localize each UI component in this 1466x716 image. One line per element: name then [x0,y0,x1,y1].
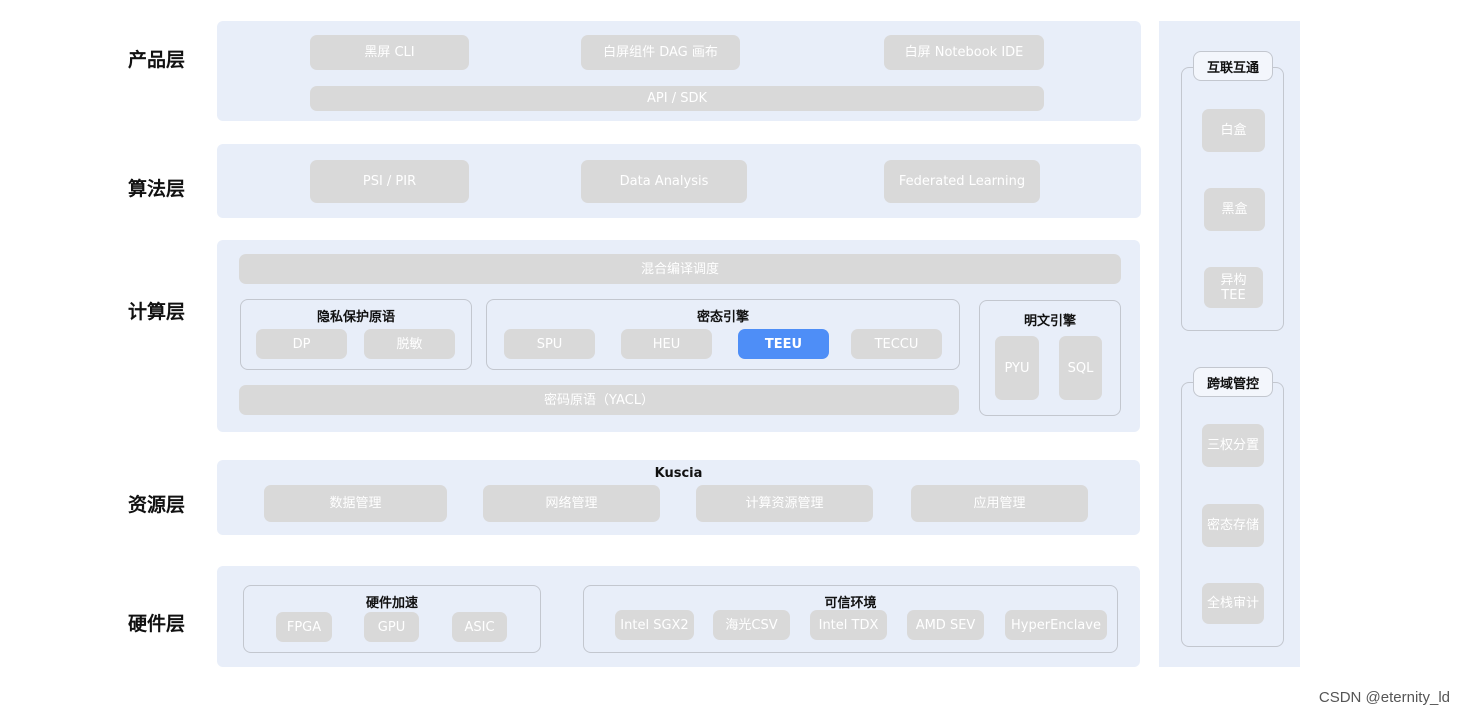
trusted-item-csv: 海光CSV [713,610,790,640]
resource-item-network: 网络管理 [483,485,660,522]
watermark: CSDN @eternity_ld [1318,689,1450,706]
compute-yacl: 密码原语（YACL） [239,385,959,415]
layer-label-compute: 计算层 [128,301,186,323]
algorithm-item-federated: Federated Learning [884,160,1040,203]
privacy-item-desensitize: 脱敏 [364,329,455,359]
product-item-cli: 黑屏 CLI [310,35,469,70]
control-item-three-powers: 三权分置 [1202,424,1264,467]
control-item-audit: 全栈审计 [1202,583,1264,624]
product-api-sdk: API / SDK [310,86,1044,111]
cipher-item-spu: SPU [504,329,595,359]
hardware-accel-title: 硬件加速 [365,596,418,611]
product-item-notebook: 白屏 Notebook IDE [884,35,1044,70]
accel-item-fpga: FPGA [276,612,332,642]
cipher-item-teeu: TEEU [738,329,829,359]
algorithm-item-data-analysis: Data Analysis [581,160,747,203]
control-title: 跨域管控 [1193,367,1273,397]
accel-item-gpu: GPU [364,612,419,642]
privacy-primitives-title: 隐私保护原语 [316,310,395,325]
trusted-item-sgx2: Intel SGX2 [615,610,694,640]
plain-engine-title: 明文引擎 [1023,314,1076,329]
accel-item-asic: ASIC [452,612,507,642]
resource-item-compute: 计算资源管理 [696,485,873,522]
resource-item-app: 应用管理 [911,485,1088,522]
trusted-item-sev: AMD SEV [907,610,984,640]
product-item-dag: 白屏组件 DAG 画布 [581,35,740,70]
privacy-item-dp: DP [256,329,347,359]
trusted-item-hyperenclave: HyperEnclave [1005,610,1107,640]
plain-item-sql: SQL [1059,336,1102,400]
algorithm-item-psi: PSI / PIR [310,160,469,203]
layer-label-resource: 资源层 [128,494,186,516]
layer-label-algorithm: 算法层 [128,178,186,200]
layer-label-hardware: 硬件层 [128,613,186,635]
cipher-item-heu: HEU [621,329,712,359]
resource-item-data: 数据管理 [264,485,447,522]
compute-scheduler: 混合编译调度 [239,254,1121,284]
resource-kuscia-title: Kuscia [654,466,703,481]
cipher-engine-title: 密态引擎 [696,310,749,325]
interop-item-whitebox: 白盒 [1202,109,1265,152]
interop-item-blackbox: 黑盒 [1204,188,1265,231]
control-item-cipher-storage: 密态存储 [1202,504,1264,547]
plain-item-pyu: PYU [995,336,1039,400]
interop-item-hetero-tee: 异构 TEE [1204,267,1263,308]
trusted-item-tdx: Intel TDX [810,610,887,640]
trusted-env-title: 可信环境 [824,596,877,611]
layer-label-product: 产品层 [128,49,186,71]
interop-title: 互联互通 [1193,51,1273,81]
cipher-item-teccu: TECCU [851,329,942,359]
